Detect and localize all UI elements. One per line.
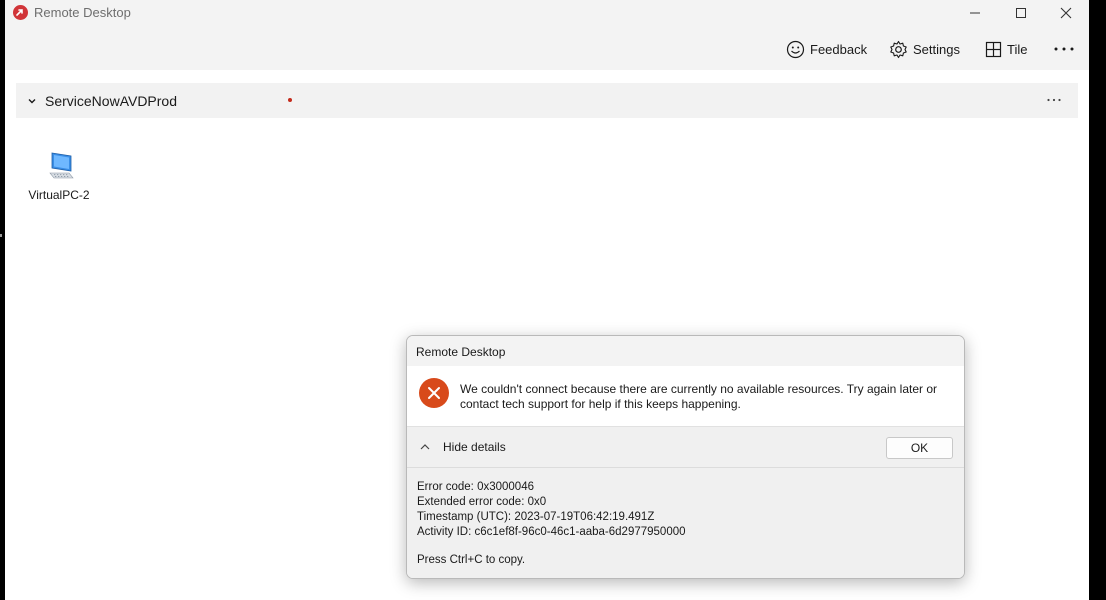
tile-view-button[interactable]: Tile (985, 38, 1027, 60)
timestamp: Timestamp (UTC): 2023-07-19T06:42:19.491… (417, 511, 655, 523)
error-message: We couldn't connect because there are cu… (460, 382, 937, 411)
workspace-group-header[interactable]: ServiceNowAVDProd (16, 83, 1078, 118)
settings-label: Settings (913, 41, 960, 57)
feedback-label: Feedback (810, 41, 868, 57)
dialog-details-panel: Hide details OK Error code: 0x3000046 Ex… (407, 426, 964, 578)
resource-label: VirtualPC-2 (28, 188, 90, 202)
grid-icon (985, 41, 1002, 57)
gear-icon (890, 40, 907, 58)
ok-button[interactable]: OK (886, 437, 953, 459)
workspace-more-icon[interactable] (1046, 95, 1062, 105)
more-horizontal-icon (1054, 47, 1074, 51)
chevron-up-icon (420, 444, 430, 450)
error-dialog: Remote Desktop We couldn't connect becau… (406, 335, 965, 579)
close-window-button[interactable] (1043, 0, 1089, 26)
window-title: Remote Desktop (34, 5, 131, 20)
workspace-name: ServiceNowAVDProd (45, 93, 178, 109)
feedback-button[interactable]: Feedback (786, 38, 867, 60)
dialog-title: Remote Desktop (416, 345, 506, 359)
remote-desktop-logo-icon (13, 5, 28, 20)
copy-hint: Press Ctrl+C to copy. (417, 554, 526, 566)
title-bar: Remote Desktop (5, 0, 1089, 26)
details-divider (407, 467, 964, 468)
resource-tile[interactable]: VirtualPC-2 (19, 148, 99, 208)
error-code: Error code: 0x3000046 (417, 481, 534, 493)
tile-label: Tile (1007, 41, 1028, 57)
more-options-button[interactable] (1052, 38, 1076, 60)
error-details: Error code: 0x3000046 Extended error cod… (417, 480, 686, 540)
hide-details-label: Hide details (443, 440, 506, 454)
dialog-title-bar: Remote Desktop (407, 336, 964, 366)
dialog-message-area: We couldn't connect because there are cu… (407, 366, 964, 426)
minimize-button[interactable] (952, 0, 998, 26)
smiley-icon (786, 40, 805, 58)
settings-button[interactable]: Settings (889, 38, 960, 60)
background-mark (0, 234, 2, 237)
activity-id: Activity ID: c6c1ef8f-96c0-46c1-aaba-6d2… (417, 526, 686, 538)
chevron-down-icon[interactable] (27, 96, 37, 106)
extended-error-code: Extended error code: 0x0 (417, 496, 547, 508)
desktop-pc-icon (49, 152, 74, 179)
status-dot (288, 98, 292, 102)
hide-details-toggle[interactable]: Hide details (419, 438, 506, 456)
maximize-button[interactable] (998, 0, 1044, 26)
error-icon (419, 378, 449, 408)
toolbar: Feedback Settings Tile (5, 26, 1089, 70)
